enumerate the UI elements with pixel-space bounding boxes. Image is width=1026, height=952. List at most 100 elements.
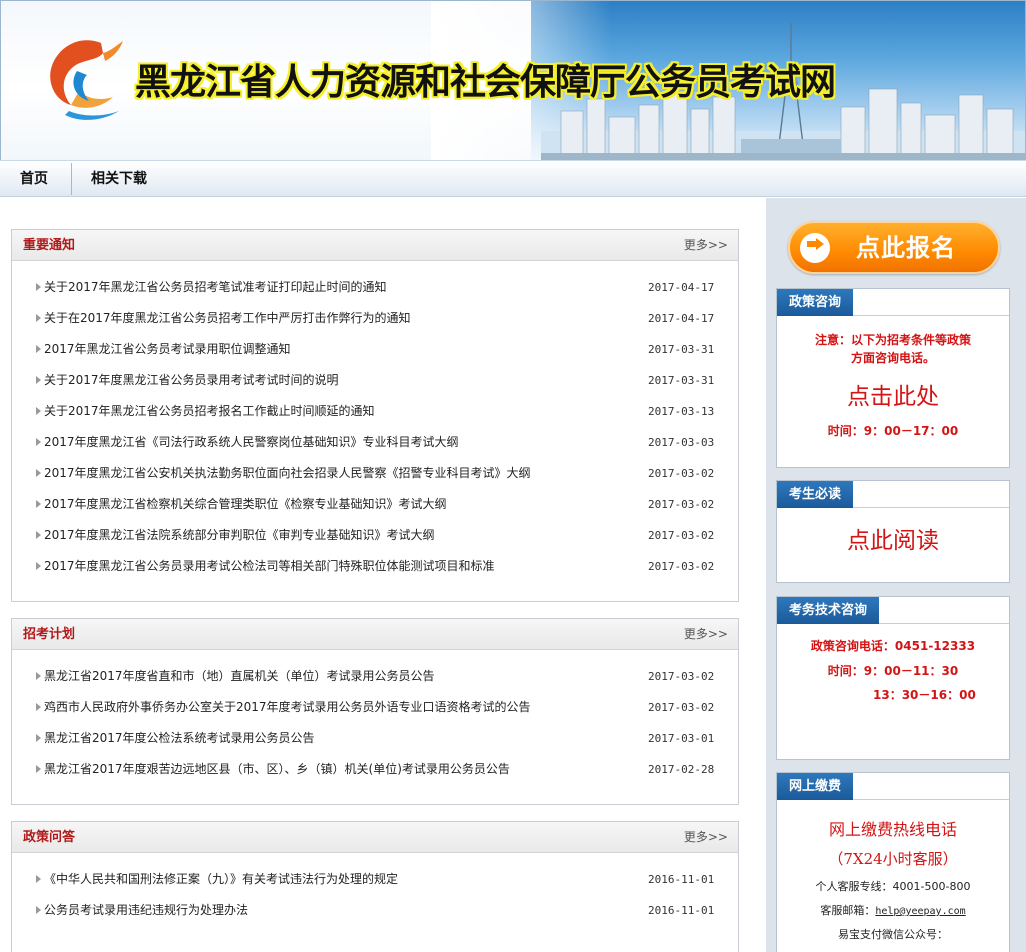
nav-downloads[interactable]: 相关下载 [91,161,147,197]
policy-note-line2: 方面咨询电话。 [850,351,935,365]
list-item-link[interactable]: 2017年黑龙江省公务员考试录用职位调整通知 [44,334,291,365]
payment-personal-line: 个人客服专线：4001-500-800 [815,880,971,893]
list-item-link[interactable]: 关于在2017年度黑龙江省公务员招考工作中严厉打击作弊行为的通知 [44,303,411,334]
list-item-date: 2016-11-01 [648,904,715,917]
notices-panel-header: 重要通知 更多>> [12,230,738,261]
list-item-date: 2017-03-02 [648,560,715,573]
bullet-arrow-icon [36,469,41,477]
bullet-arrow-icon [36,314,41,322]
bullet-arrow-icon [36,500,41,508]
list-item-link[interactable]: 黑龙江省2017年度公检法系统考试录用公务员公告 [44,723,315,754]
must-read-box-header: 考生必读 [777,481,1009,508]
list-item-date: 2017-03-02 [648,701,715,714]
list-item-link[interactable]: 2017年度黑龙江省《司法行政系统人民警察岗位基础知识》专业科目考试大纲 [44,427,459,458]
policy-link[interactable]: 点击此处 [777,377,1009,411]
site-title: 黑龙江省人力资源和社会保障厅公务员考试网 [135,62,836,103]
list-item-date: 2017-03-02 [648,529,715,542]
list-item-link[interactable]: 黑龙江省2017年度省直和市（地）直属机关（单位）考试录用公务员公告 [44,661,435,692]
bullet-arrow-icon [36,672,41,680]
tech-hours-afternoon: 13：30－16：00 [873,688,976,702]
arrow-right-icon [800,233,830,263]
list-item-link[interactable]: 2017年度黑龙江省公安机关执法勤务职位面向社会招录人民警察《招警专业科目考试》… [44,458,531,489]
list-item-date: 2017-03-31 [648,343,715,356]
plans-more-link[interactable]: 更多>> [684,619,728,650]
bullet-arrow-icon [36,906,41,914]
list-item: 黑龙江省2017年度公检法系统考试录用公务员公告 2017-03-01 [12,723,738,754]
list-item-link[interactable]: 关于2017年度黑龙江省公务员录用考试考试时间的说明 [44,365,339,396]
tech-phone: 政策咨询电话：0451-12333 [810,639,976,653]
list-item-link[interactable]: 公务员考试录用违纪违规行为处理办法 [44,895,248,926]
bullet-arrow-icon [36,875,41,883]
nav-home[interactable]: 首页 [20,161,48,197]
must-read-link[interactable]: 点此阅读 [777,521,1009,555]
bullet-arrow-icon [36,531,41,539]
list-item-link[interactable]: 2017年度黑龙江省法院系统部分审判职位《审判专业基础知识》考试大纲 [44,520,435,551]
list-item-link[interactable]: 关于2017年黑龙江省公务员招考笔试准考证打印起止时间的通知 [44,272,387,303]
qa-list: 《中华人民共和国刑法修正案（九）》有关考试违法行为处理的规定 2016-11-01… [12,864,738,926]
list-item: 关于2017年度黑龙江省公务员录用考试考试时间的说明 2017-03-31 [12,365,738,396]
payment-box-header: 网上缴费 [777,773,1009,800]
list-item-date: 2017-03-31 [648,374,715,387]
must-read-box: 考生必读 点此阅读 [776,480,1010,583]
policy-note-line1: 注意：以下为招考条件等政策 [814,333,971,347]
must-read-title: 考生必读 [777,481,854,508]
plans-panel: 招考计划 更多>> 黑龙江省2017年度省直和市（地）直属机关（单位）考试录用公… [11,618,739,805]
list-item: 《中华人民共和国刑法修正案（九）》有关考试违法行为处理的规定 2016-11-01 [12,864,738,895]
list-item: 关于2017年黑龙江省公务员招考报名工作截止时间顺延的通知 2017-03-13 [12,396,738,427]
bullet-arrow-icon [36,562,41,570]
list-item: 2017年度黑龙江省公安机关执法勤务职位面向社会招录人民警察《招警专业科目考试》… [12,458,738,489]
policy-title: 政策咨询 [777,289,854,316]
qa-more-link[interactable]: 更多>> [684,822,728,853]
list-item: 2017年黑龙江省公务员考试录用职位调整通知 2017-03-31 [12,334,738,365]
plans-panel-header: 招考计划 更多>> [12,619,738,650]
payment-email-label: 客服邮箱： [820,904,876,917]
list-item: 2017年度黑龙江省法院系统部分审判职位《审判专业基础知识》考试大纲 2017-0… [12,520,738,551]
bullet-arrow-icon [36,283,41,291]
bullet-arrow-icon [36,407,41,415]
notices-title: 重要通知 [23,238,76,253]
list-item-date: 2017-03-02 [648,670,715,683]
tech-consult-box: 考务技术咨询 政策咨询电话：0451-12333 时间：9：00－11：30 1… [776,596,1010,760]
payment-box: 网上缴费 网上缴费热线电话 （7X24小时客服） 个人客服专线：4001-500… [776,772,1010,952]
list-item: 2017年度黑龙江省检察机关综合管理类职位《检察专业基础知识》考试大纲 2017-… [12,489,738,520]
plans-title: 招考计划 [23,627,76,642]
list-item-date: 2017-03-13 [648,405,715,418]
tech-hours-morning: 时间：9：00－11：30 [827,664,959,678]
policy-box: 政策咨询 注意：以下为招考条件等政策 方面咨询电话。 点击此处 时间：9：00－… [776,288,1010,468]
list-item: 2017年度黑龙江省公务员录用考试公检法司等相关部门特殊职位体能测试项目和标准 2… [12,551,738,582]
notices-more-link[interactable]: 更多>> [684,230,728,261]
bullet-arrow-icon [36,345,41,353]
bullet-arrow-icon [36,703,41,711]
list-item: 鸡西市人民政府外事侨务办公室关于2017年度考试录用公务员外语专业口语资格考试的… [12,692,738,723]
list-item-date: 2017-03-01 [648,732,715,745]
list-item-link[interactable]: 鸡西市人民政府外事侨务办公室关于2017年度考试录用公务员外语专业口语资格考试的… [44,692,531,723]
notices-list: 关于2017年黑龙江省公务员招考笔试准考证打印起止时间的通知 2017-04-17… [12,272,738,582]
list-item-date: 2017-03-02 [648,467,715,480]
tech-box-header: 考务技术咨询 [777,597,1009,624]
page: 黑龙江省人力资源和社会保障厅公务员考试网 首页 相关下载 重要通知 更多>> 关… [0,0,1026,952]
header-banner: 黑龙江省人力资源和社会保障厅公务员考试网 [0,0,1026,160]
plans-list: 黑龙江省2017年度省直和市（地）直属机关（单位）考试录用公务员公告 2017-0… [12,661,738,785]
list-item-date: 2017-04-17 [648,312,715,325]
policy-box-header: 政策咨询 [777,289,1009,316]
list-item: 关于2017年黑龙江省公务员招考笔试准考证打印起止时间的通知 2017-04-17 [12,272,738,303]
list-item-link[interactable]: 关于2017年黑龙江省公务员招考报名工作截止时间顺延的通知 [44,396,375,427]
list-item-link[interactable]: 2017年度黑龙江省检察机关综合管理类职位《检察专业基础知识》考试大纲 [44,489,447,520]
qa-panel: 政策问答 更多>> 《中华人民共和国刑法修正案（九）》有关考试违法行为处理的规定… [11,821,739,952]
list-item-link[interactable]: 黑龙江省2017年度艰苦边远地区县（市、区）、乡（镇）机关(单位)考试录用公务员… [44,754,510,785]
list-item: 黑龙江省2017年度省直和市（地）直属机关（单位）考试录用公务员公告 2017-0… [12,661,738,692]
nav-divider [71,163,72,195]
list-item-link[interactable]: 《中华人民共和国刑法修正案（九）》有关考试违法行为处理的规定 [44,864,398,895]
payment-email-link[interactable]: help@yeepay.com [875,906,965,917]
payment-hotline: 网上缴费热线电话 [828,820,957,839]
list-item: 黑龙江省2017年度艰苦边远地区县（市、区）、乡（镇）机关(单位)考试录用公务员… [12,754,738,785]
list-item-link[interactable]: 2017年度黑龙江省公务员录用考试公检法司等相关部门特殊职位体能测试项目和标准 [44,551,495,582]
list-item-date: 2016-11-01 [648,873,715,886]
list-item-date: 2017-02-28 [648,763,715,776]
top-nav: 首页 相关下载 [0,160,1026,197]
list-item: 公务员考试录用违纪违规行为处理办法 2016-11-01 [12,895,738,926]
dragon-logo-icon [50,40,123,120]
payment-wechat: 易宝支付微信公众号： [838,928,948,941]
notices-panel: 重要通知 更多>> 关于2017年黑龙江省公务员招考笔试准考证打印起止时间的通知… [11,229,739,602]
signup-button[interactable]: 点此报名 [788,221,1000,274]
